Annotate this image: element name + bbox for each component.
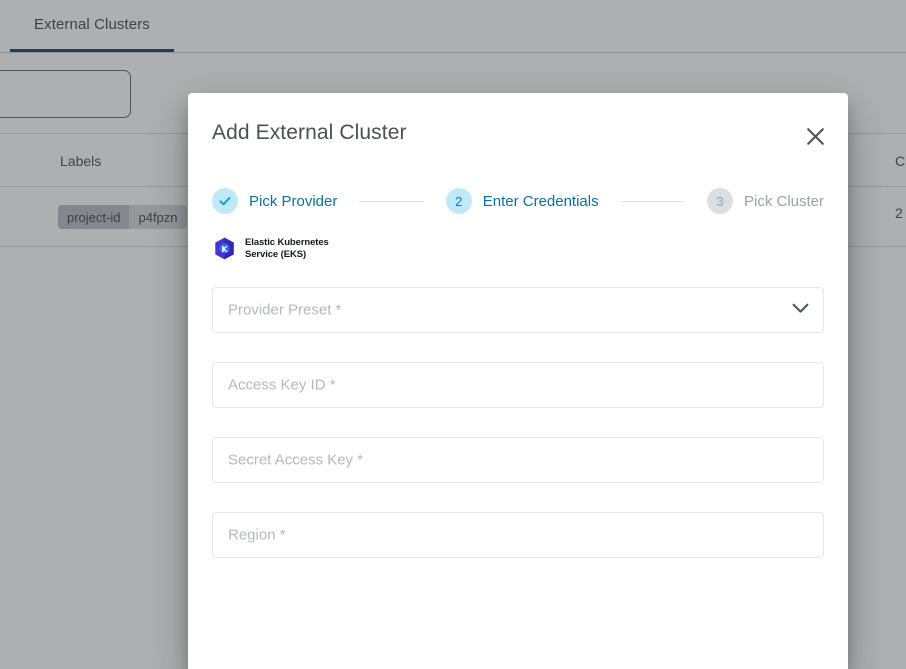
step-2-label: Enter Credentials (482, 192, 599, 210)
secret-access-key-field[interactable]: Secret Access Key * (212, 437, 824, 483)
dialog-header: Add External Cluster (188, 93, 848, 170)
step-connector-1 (359, 200, 424, 202)
close-icon[interactable] (800, 121, 830, 151)
add-external-cluster-dialog: Add External Cluster Pick Provider 2 Ent… (188, 93, 848, 669)
step-enter-credentials[interactable]: 2 Enter Credentials (445, 188, 599, 214)
region-placeholder: Region * (228, 526, 286, 544)
secret-access-key-placeholder: Secret Access Key * (228, 451, 364, 469)
step-pick-provider[interactable]: Pick Provider (212, 188, 337, 214)
dialog-title: Add External Cluster (212, 121, 407, 144)
provider-preset-select[interactable]: Provider Preset * (212, 287, 824, 333)
provider-name-line2: Service (EKS) (245, 248, 307, 260)
provider-preset-placeholder: Provider Preset * (228, 301, 342, 319)
eks-logo-icon: K (212, 236, 237, 261)
step-1-badge-check-icon (212, 188, 238, 214)
region-field[interactable]: Region * (212, 512, 824, 558)
access-key-id-field[interactable]: Access Key ID * (212, 362, 824, 408)
access-key-id-placeholder: Access Key ID * (228, 376, 336, 394)
step-connector-2 (620, 200, 685, 202)
step-3-label: Pick Cluster (743, 192, 825, 210)
chevron-down-icon (792, 301, 809, 319)
credentials-form: Provider Preset * Access Key ID * Secret… (212, 287, 824, 587)
step-2-badge: 2 (445, 188, 472, 214)
selected-provider: K Elastic Kubernetes Service (EKS) (212, 236, 329, 261)
step-pick-cluster[interactable]: 3 Pick Cluster (706, 188, 825, 214)
step-3-badge: 3 (706, 188, 733, 214)
provider-name-line1: Elastic Kubernetes (245, 237, 329, 248)
svg-text:K: K (221, 245, 228, 254)
provider-name: Elastic Kubernetes Service (EKS) (245, 237, 329, 260)
wizard-stepper: Pick Provider 2 Enter Credentials 3 Pick… (212, 185, 824, 217)
step-1-label: Pick Provider (249, 192, 338, 210)
